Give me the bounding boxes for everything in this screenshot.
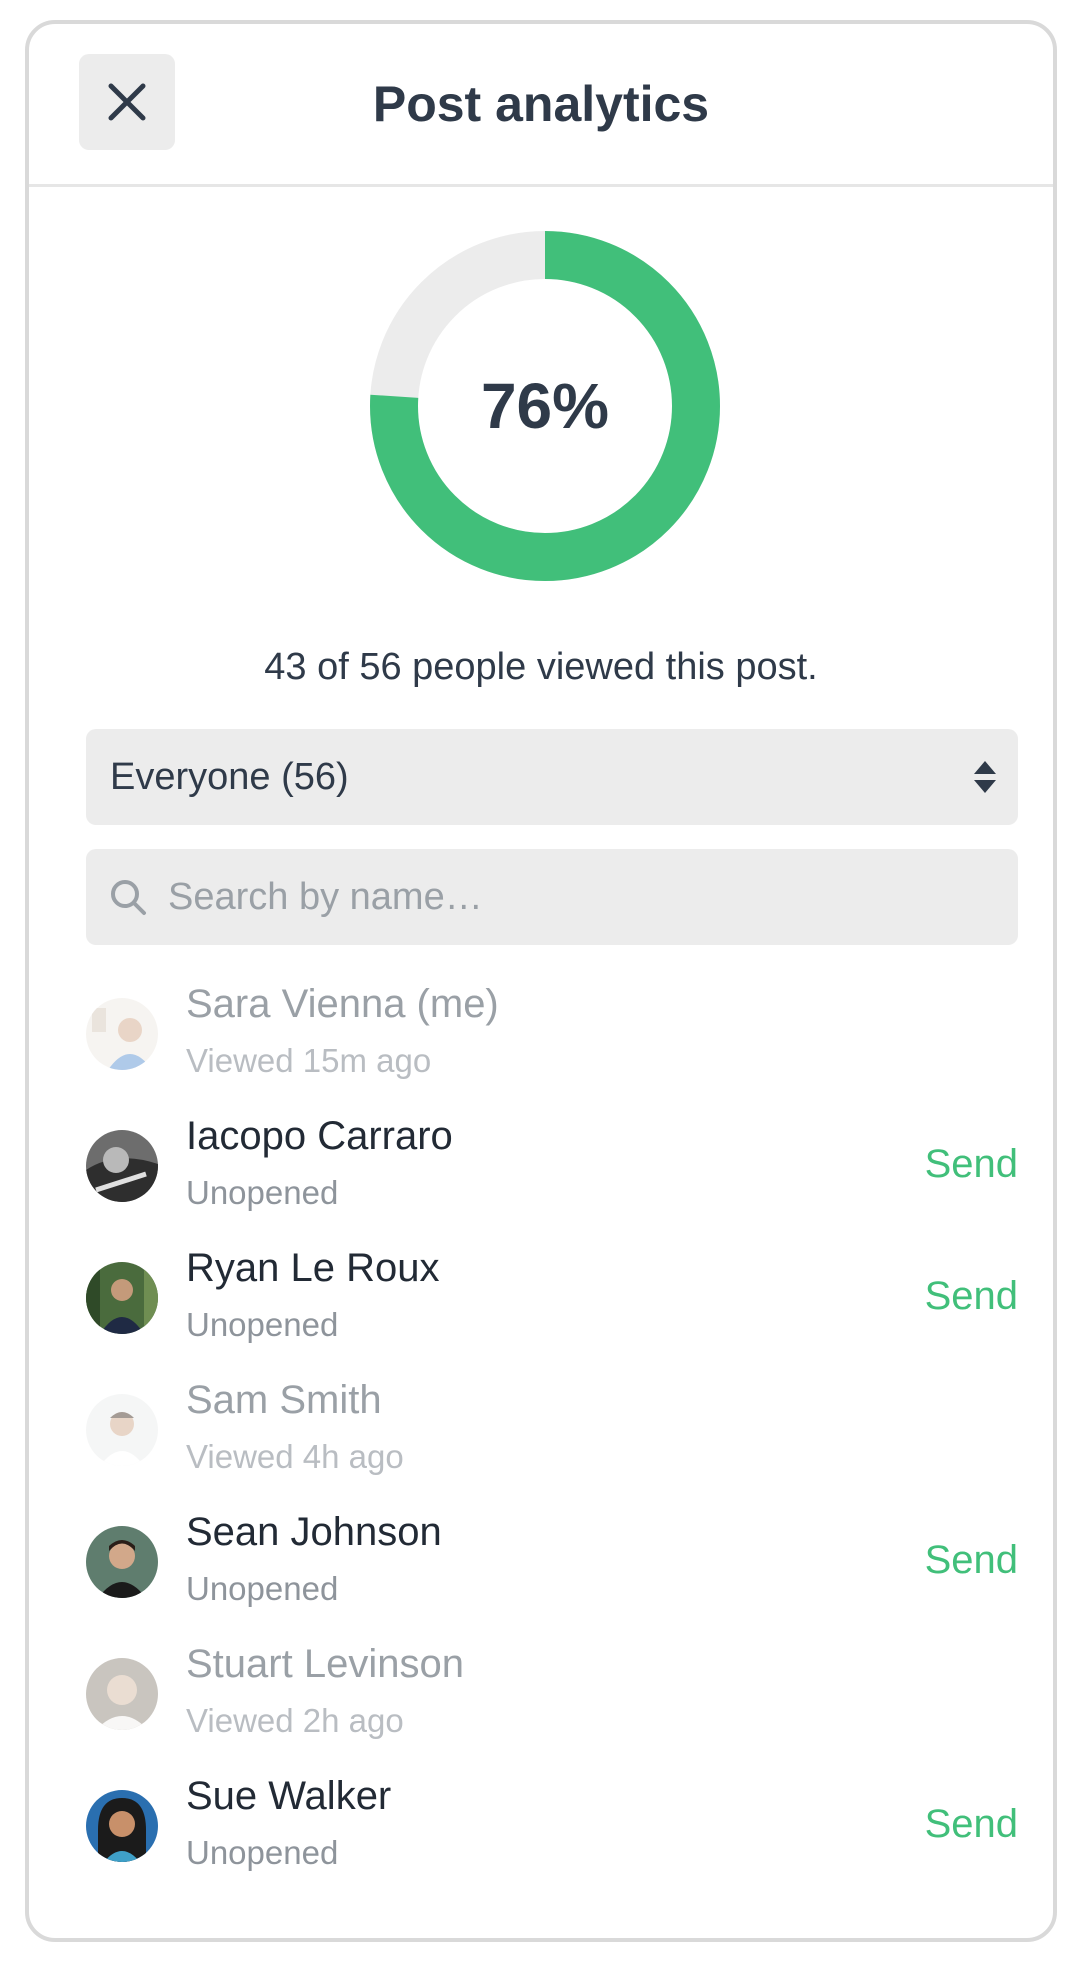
view-status: Unopened (186, 1306, 339, 1343)
panel-header: Post analytics (29, 24, 1053, 187)
search-input[interactable] (168, 849, 988, 945)
list-item: Sean Johnson Unopened Send (86, 1500, 1018, 1632)
list-item: Sara Vienna (me) Viewed 15m ago (86, 972, 1018, 1104)
search-field[interactable] (86, 849, 1018, 945)
person-name: Sean Johnson (186, 1510, 442, 1554)
list-item: Stuart Levinson Viewed 2h ago (86, 1632, 1018, 1764)
avatar (86, 998, 158, 1070)
send-button[interactable]: Send (925, 1142, 1018, 1187)
page-title: Post analytics (372, 76, 710, 132)
avatar (86, 1394, 158, 1466)
view-status: Viewed 4h ago (186, 1438, 404, 1475)
view-status: Unopened (186, 1570, 339, 1607)
person-name: Sue Walker (186, 1774, 392, 1818)
view-status: Viewed 2h ago (186, 1702, 404, 1739)
avatar (86, 1262, 158, 1334)
send-button[interactable]: Send (925, 1274, 1018, 1319)
list-item: Iacopo Carraro Unopened Send (86, 1104, 1018, 1236)
audience-select[interactable]: Everyone (56) (86, 729, 1018, 825)
view-rate-donut: 76% (369, 230, 721, 582)
view-rate-percent: 76% (480, 370, 610, 442)
view-status: Unopened (186, 1834, 339, 1871)
search-icon (111, 880, 146, 915)
send-button[interactable]: Send (925, 1802, 1018, 1847)
close-button[interactable] (79, 54, 175, 150)
list-item: Sue Walker Unopened Send (86, 1764, 1018, 1896)
avatar (86, 1658, 158, 1730)
person-name: Ryan Le Roux (186, 1246, 440, 1290)
avatar (86, 1130, 158, 1202)
list-item: Sam Smith Viewed 4h ago (86, 1368, 1018, 1500)
avatar (86, 1790, 158, 1862)
person-name: Sam Smith (186, 1378, 382, 1422)
send-button[interactable]: Send (925, 1538, 1018, 1583)
audience-select-value: Everyone (56) (110, 756, 349, 798)
sort-arrows-icon (974, 761, 996, 793)
view-status: Viewed 15m ago (186, 1042, 432, 1079)
person-name: Iacopo Carraro (186, 1114, 453, 1158)
person-name: Sara Vienna (me) (186, 982, 499, 1026)
views-summary: 43 of 56 people viewed this post. (264, 646, 818, 688)
people-list: Sara Vienna (me) Viewed 15m ago Iacopo C… (86, 972, 1018, 1896)
person-name: Stuart Levinson (186, 1642, 464, 1686)
avatar (86, 1526, 158, 1598)
list-item: Ryan Le Roux Unopened Send (86, 1236, 1018, 1368)
close-icon (108, 83, 146, 121)
view-status: Unopened (186, 1174, 339, 1211)
analytics-panel: Post analytics 76% 43 of 56 people viewe… (25, 20, 1057, 1942)
